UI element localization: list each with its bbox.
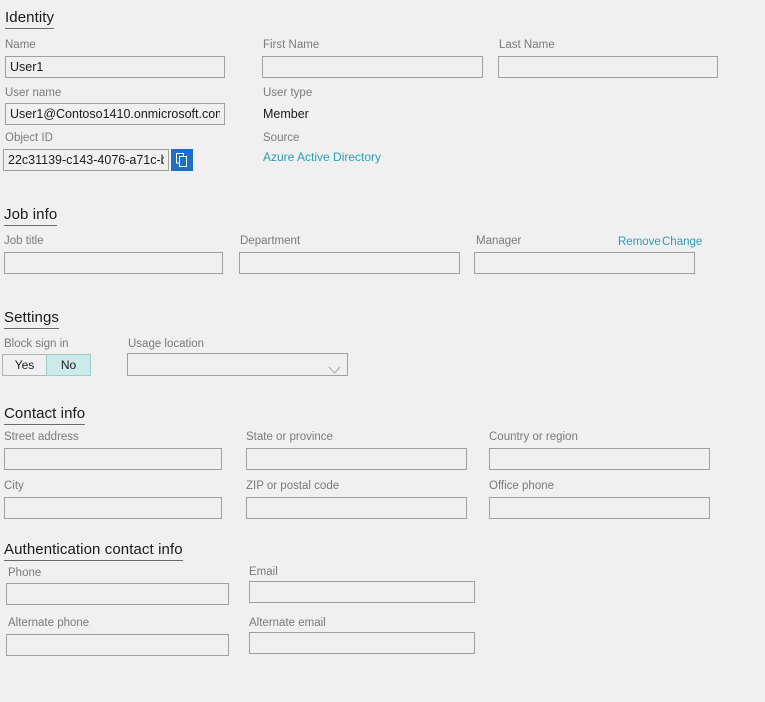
section-heading-authentication-contact-info: Authentication contact info [4,541,183,561]
department-input[interactable] [239,252,460,274]
zip-or-postal-code-input[interactable] [246,497,467,519]
block-sign-in-toggle[interactable]: Yes No [2,354,91,376]
copy-object-id-button[interactable] [171,149,193,171]
user-type-value: Member [263,107,309,121]
source-link[interactable]: Azure Active Directory [263,150,381,164]
copy-icon [175,153,189,167]
label-name: Name [5,39,36,51]
label-alternate-phone: Alternate phone [8,617,90,629]
label-street-address: Street address [4,431,79,443]
section-heading-contact-info: Contact info [4,405,86,425]
usage-location-dropdown[interactable] [127,353,348,376]
label-block-sign-in: Block sign in [4,338,69,350]
street-address-input[interactable] [4,448,222,470]
first-name-input[interactable] [262,56,483,78]
office-phone-input[interactable] [489,497,710,519]
block-sign-in-option-no[interactable]: No [46,354,91,376]
chevron-down-icon [328,361,341,374]
label-phone: Phone [8,567,42,579]
label-country-or-region: Country or region [489,431,578,443]
label-first-name: First Name [263,39,320,51]
object-id-input[interactable] [3,149,169,171]
email-input[interactable] [249,581,475,603]
country-or-region-input[interactable] [489,448,710,470]
label-state-or-province: State or province [246,431,333,443]
name-input[interactable] [5,56,225,78]
city-input[interactable] [4,497,222,519]
job-title-input[interactable] [4,252,223,274]
label-manager: Manager [476,235,522,247]
label-user-name: User name [5,87,62,99]
alternate-phone-input[interactable] [6,634,229,656]
manager-change-link[interactable]: Change [662,236,702,248]
state-or-province-input[interactable] [246,448,467,470]
label-alternate-email: Alternate email [249,617,326,629]
section-heading-identity: Identity [5,9,55,29]
last-name-input[interactable] [498,56,718,78]
phone-input[interactable] [6,583,229,605]
label-department: Department [240,235,301,247]
label-job-title: Job title [4,235,44,247]
alternate-email-input[interactable] [249,632,475,654]
section-heading-job-info: Job info [4,206,58,226]
manager-remove-link[interactable]: Remove [618,236,661,248]
label-city: City [4,480,24,492]
block-sign-in-option-yes[interactable]: Yes [2,354,47,376]
section-heading-settings: Settings [4,309,59,329]
manager-input[interactable] [474,252,695,274]
label-usage-location: Usage location [128,338,205,350]
label-email: Email [249,566,278,578]
user-name-input[interactable] [5,103,225,125]
label-user-type: User type [263,87,313,99]
label-zip-or-postal-code: ZIP or postal code [246,480,340,492]
label-last-name: Last Name [499,39,555,51]
label-office-phone: Office phone [489,480,555,492]
label-object-id: Object ID [5,132,53,144]
label-source: Source [263,132,300,144]
